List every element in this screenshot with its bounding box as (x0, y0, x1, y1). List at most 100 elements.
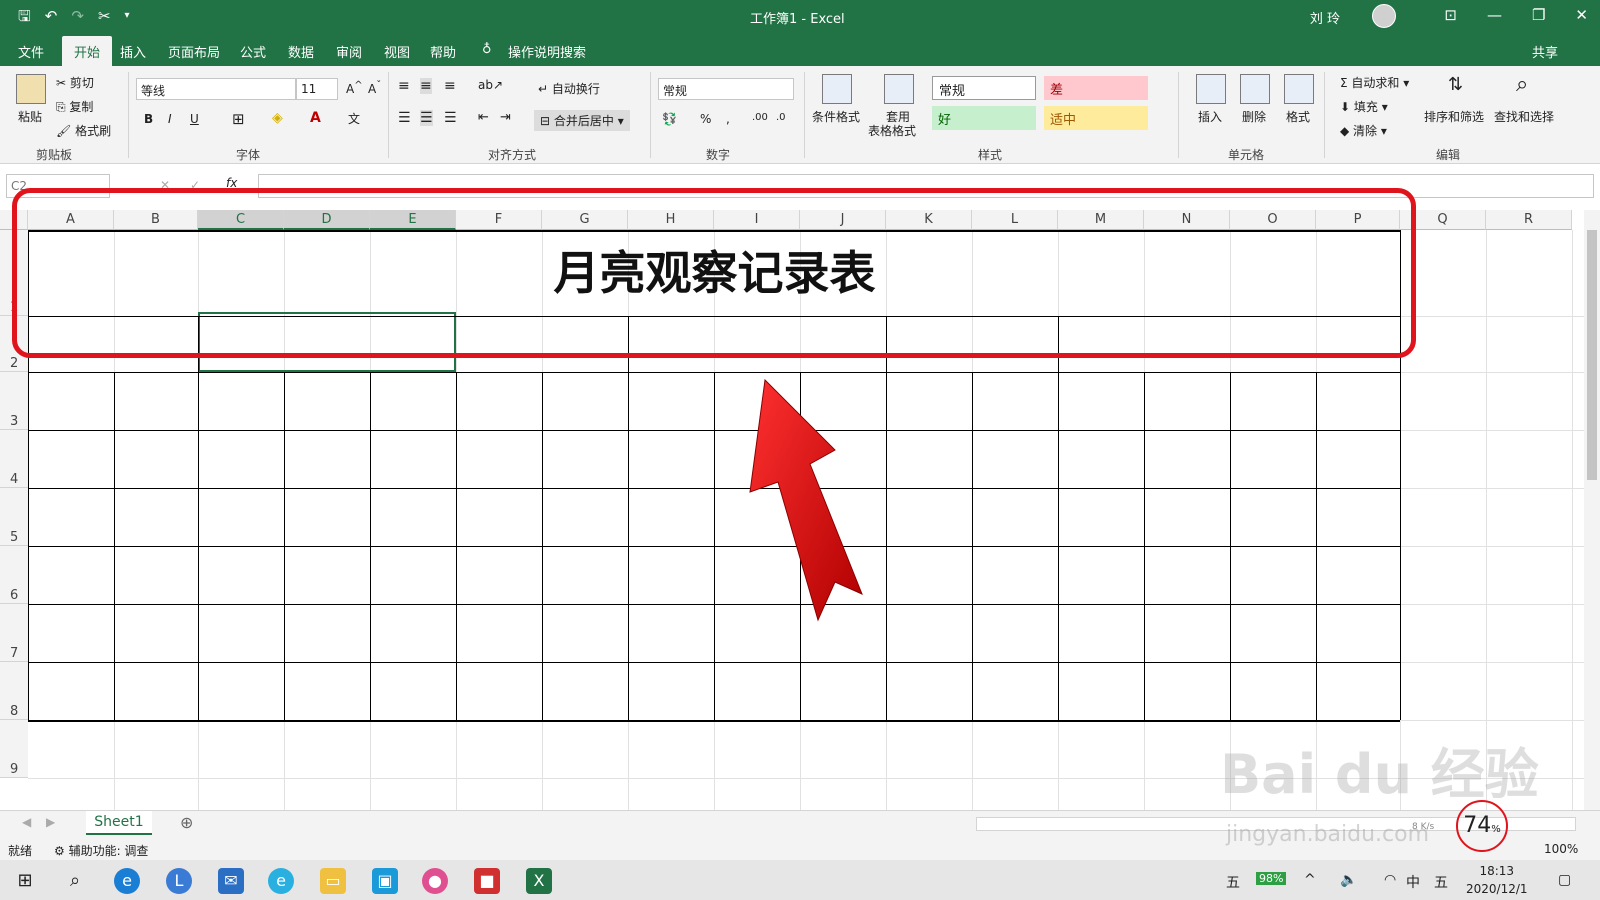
save-icon[interactable]: 🖫 (18, 6, 31, 26)
next-sheet-icon[interactable]: ▶ (46, 815, 55, 829)
row-header[interactable]: 7 (0, 604, 28, 662)
tab-insert[interactable]: 插入 (120, 42, 146, 61)
autosum-button[interactable]: Σ 自动求和 ▾ (1340, 74, 1409, 91)
align-top-icon[interactable]: ≡ (398, 78, 410, 94)
zoom-level[interactable]: 100% (1544, 842, 1578, 856)
column-header[interactable]: R (1486, 210, 1572, 230)
delete-cells-button[interactable]: 删除 (1242, 108, 1266, 125)
ime-indicator-1[interactable]: 五 (1226, 872, 1240, 892)
increase-indent-icon[interactable]: ⇥ (500, 110, 511, 125)
row-header[interactable]: 6 (0, 546, 28, 604)
percent-icon[interactable]: % (700, 112, 711, 126)
store-icon[interactable]: ▣ (372, 868, 398, 894)
format-cells-icon[interactable] (1284, 74, 1314, 104)
undo-icon[interactable]: ↶ (45, 6, 58, 26)
grow-font-icon[interactable]: A^ (346, 80, 363, 96)
tab-home[interactable]: 开始 (62, 36, 113, 66)
accounting-icon[interactable]: 💱 (662, 112, 677, 126)
format-table-icon[interactable] (884, 74, 914, 104)
excel-icon[interactable]: X (526, 868, 552, 894)
border-icon[interactable]: ⊞ (232, 110, 245, 128)
format-cells-button[interactable]: 格式 (1286, 108, 1310, 125)
align-left-icon[interactable]: ☰ (398, 110, 411, 126)
accessibility-status[interactable]: ⚙ 辅助功能: 调查 (54, 842, 148, 859)
conditional-format-button[interactable]: 条件格式 (812, 108, 860, 125)
paste-button[interactable]: 粘贴 (18, 108, 42, 125)
app-l-icon[interactable]: L (166, 868, 192, 894)
tab-file[interactable]: 文件 (18, 42, 44, 61)
tell-me-search[interactable]: 操作说明搜索 (508, 42, 586, 61)
number-format-select[interactable]: 常规 (658, 78, 794, 100)
ribbon-display-icon[interactable]: ⊡ (1444, 6, 1457, 24)
font-color-icon[interactable]: A (310, 110, 321, 126)
conditional-format-icon[interactable] (822, 74, 852, 104)
bold-icon[interactable]: B (144, 112, 153, 126)
close-icon[interactable]: ✕ (1575, 6, 1588, 24)
ime-indicator-2[interactable]: 中 (1406, 872, 1420, 892)
restore-icon[interactable]: ❐ (1532, 6, 1545, 24)
style-neutral[interactable]: 适中 (1044, 106, 1148, 130)
battery-indicator[interactable]: 98% (1256, 872, 1287, 885)
volume-icon[interactable]: 🔈 (1340, 872, 1357, 888)
align-right-icon[interactable]: ☰ (444, 110, 457, 126)
style-good[interactable]: 好 (932, 106, 1036, 130)
minimize-icon[interactable]: — (1487, 6, 1502, 24)
shrink-font-icon[interactable]: Aˇ (368, 80, 381, 96)
prev-sheet-icon[interactable]: ◀ (22, 815, 31, 829)
increase-decimal-icon[interactable]: .00 (752, 112, 768, 123)
format-painter-button[interactable]: 🖌 格式刷 (56, 122, 111, 139)
ime-indicator-3[interactable]: 五 (1434, 872, 1448, 892)
find-select-icon[interactable]: ⌕ (1516, 72, 1528, 97)
align-center-icon[interactable]: ☰ (420, 110, 433, 126)
merge-center-button[interactable]: ⊟ 合并后居中 ▾ (534, 110, 630, 131)
clear-button[interactable]: ◆ 清除 ▾ (1340, 122, 1387, 139)
fill-button[interactable]: ⬇ 填充 ▾ (1340, 98, 1388, 115)
insert-cells-icon[interactable] (1196, 74, 1226, 104)
decrease-indent-icon[interactable]: ⇤ (478, 110, 489, 125)
wifi-icon[interactable]: ◠ (1384, 872, 1396, 888)
clock[interactable]: 18:13 2020/12/1 (1466, 862, 1528, 898)
share-button[interactable]: 共享 (1532, 42, 1558, 61)
fill-color-icon[interactable]: ◈ (272, 110, 283, 126)
folder-icon[interactable]: ▭ (320, 868, 346, 894)
copy-button[interactable]: ⎘ 复制 (56, 98, 93, 115)
tab-formulas[interactable]: 公式 (240, 42, 266, 61)
user-name[interactable]: 刘 玲 (1310, 8, 1340, 27)
font-size-select[interactable]: 11 (296, 78, 338, 100)
italic-icon[interactable]: I (168, 112, 172, 126)
tab-data[interactable]: 数据 (288, 42, 314, 61)
cut-button[interactable]: ✂ 剪切 (56, 74, 94, 91)
insert-cells-button[interactable]: 插入 (1198, 108, 1222, 125)
redo-icon[interactable]: ↷ (71, 6, 84, 26)
row-header[interactable]: 8 (0, 662, 28, 720)
sort-filter-button[interactable]: 排序和筛选 (1424, 108, 1484, 125)
sort-filter-icon[interactable]: ⇅ (1448, 74, 1463, 95)
customize-qat-icon[interactable]: ▾ (125, 6, 130, 26)
chevron-up-icon[interactable]: ^ (1304, 872, 1316, 888)
style-bad[interactable]: 差 (1044, 76, 1148, 100)
add-sheet-icon[interactable]: ⊕ (180, 813, 193, 832)
style-normal[interactable]: 常规 (932, 76, 1036, 100)
edge-icon[interactable]: e (114, 868, 140, 894)
align-bottom-icon[interactable]: ≡ (444, 78, 456, 94)
format-table-line2[interactable]: 表格格式 (868, 122, 916, 139)
row-header[interactable]: 3 (0, 372, 28, 430)
vertical-scroll-thumb[interactable] (1587, 230, 1597, 480)
mail-icon[interactable]: ✉ (218, 868, 244, 894)
avatar[interactable] (1372, 4, 1396, 28)
wrap-text-button[interactable]: ↵ 自动换行 (538, 80, 600, 97)
tab-page-layout[interactable]: 页面布局 (168, 42, 220, 61)
decrease-decimal-icon[interactable]: .0 (776, 112, 786, 123)
tab-view[interactable]: 视图 (384, 42, 410, 61)
delete-cells-icon[interactable] (1240, 74, 1270, 104)
phonetic-icon[interactable]: 文 (348, 110, 360, 127)
font-name-select[interactable]: 等线 (136, 78, 296, 100)
row-header[interactable]: 5 (0, 488, 28, 546)
row-header[interactable]: 4 (0, 430, 28, 488)
orientation-icon[interactable]: ab↗ (478, 78, 503, 92)
paste-icon[interactable] (16, 74, 46, 104)
ie-icon[interactable]: e (268, 868, 294, 894)
tab-review[interactable]: 审阅 (336, 42, 362, 61)
row-header[interactable]: 9 (0, 720, 28, 778)
align-middle-icon[interactable]: ≡ (420, 78, 432, 94)
